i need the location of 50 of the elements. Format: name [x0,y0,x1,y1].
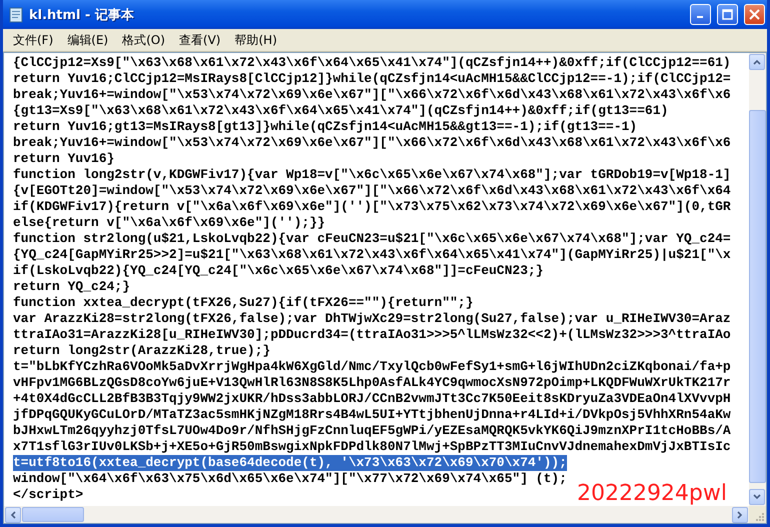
code-line: return Yuv16;gt13=MsIRays8[gt13]}while(qCZsfjn14<uAcMH15&&gt13==-1);if(gt13==-1) [13,119,638,135]
window-title: kl.html - 记事本 [29,6,135,24]
code-line: break;Yuv16+=window["\x53\x74\x72\x69\x6e\x67"]["\x66\x72\x6f\x6d\x43\x68\x61\x72\x43\x6f\x6 [13,135,731,151]
code-line: function str2long(u$21,LskoLvqb22){var cFeuCN23=u$21["\x6c\x65\x6e\x67\x74\x68"];var YQ_c24= [13,231,731,247]
scroll-thumb[interactable] [749,110,766,483]
code-line: bJHxwLTm26qyyhzj0TfsL7UOw4Do9r/NfhSHjgFzCnnluqEF5gWPi/yEZEsaMQRQK5vkYK6QiJ9mznXPrI1tcHoBBs/A [13,423,731,439]
code-line: else{return v["\x6a\x6f\x69\x6e"]('');}} [13,215,326,231]
code-line: {YQ_c24[GapMYiRr25>>2]=u$21["\x63\x68\x61\x72\x43\x6f\x64\x65\x41\x74"](GapMYiRr25)|u$21["\x [13,247,731,263]
menu-item[interactable]: 格式(O) [122,32,166,48]
minimize-button[interactable] [690,4,711,25]
vertical-scrollbar[interactable] [749,53,766,506]
code-line: t="bLbKfYCzhRa6VOoMk5aDvXrrjWgHpa4kW6XgGld/Nmc/TxylQcb0wFefSy1+smG+l6jWIhUDn2ciZKqbonai/fa+p [13,359,731,375]
code-line: break;Yuv16+=window["\x53\x74\x72\x69\x6e\x67"]["\x66\x72\x6f\x6d\x43\x68\x61\x72\x43\x6f\x6 [13,87,731,103]
code-line: return long2str(ArazzKi28,true);} [13,343,270,359]
scroll-right-button[interactable] [732,506,748,522]
code-line: if(KDGWFiv17){return v["\x6a\x6f\x69\x6e"]('')["\x73\x75\x62\x73\x74\x72\x69\x6e\x67"](0,tGR [13,199,731,215]
scroll-left-button[interactable] [5,506,21,522]
maximize-icon [722,9,733,20]
code-line: return Yuv16;ClCCjp12=MsIRays8[ClCCjp12]}while(qCZsfjn14<uAcMH15&&ClCCjp12==-1);if(ClCCjp12= [13,71,731,87]
menu-item[interactable]: 文件(F) [13,32,54,48]
close-button[interactable] [744,4,765,25]
code-line: {ClCCjp12=Xs9["\x63\x68\x61\x72\x43\x6f\x64\x65\x41\x74"](qCZsfjn14++)&0xff;if(ClCCjp12==61) [13,55,731,71]
code-line: {gt13=Xs9["\x63\x68\x61\x72\x43\x6f\x64\x65\x41\x74"](qCZsfjn14++)&0xff;if(gt13==61) [13,103,668,119]
code-line: jfDPqGQUKyGCuLOrD/MTaTZ3ac5smHKjNZgM18Rrs4B4wL5UI+YTtjbhenUjDnna+r4LId+i/DVkpOsj5VhhXRn54aKw [13,407,731,423]
scroll-down-button[interactable] [749,489,765,505]
code-line: ttraIAo31=ArazzKi28[u_RIHeIWV30];pDDucrd34=(ttraIAo31>>>5^lLMsWz32<<2)+(lLMsWz32>>>3^ttraIAo [13,327,731,343]
notepad-icon [9,6,23,22]
resize-grip[interactable] [749,506,766,523]
code-line: if(LskoLvqb22){YQ_c24[YQ_c24["\x6c\x65\x6e\x67\x74\x68"]]=cFeuCN23;} [13,263,544,279]
scroll-up-button[interactable] [749,54,765,70]
code-line: x7T1sflG3rIUv0LKSb+j+XE5o+GjR50mBswgixNpkFDPdlk80N7lMwj+SpBPzTT3MIuCnvVJdnemahexDmVjJxBTIsIc [13,439,731,455]
code-line: function xxtea_decrypt(tFX26,Su27){if(tFX26==""){return"";} [13,295,474,311]
code-line: vHFpv1MG6BLzQGsD8coYw6juE+V13QwHlRl63N8S8K5Lhp0AsfALk4YC9qwmocXsN972pOimp+LKQDFWuWXrUkTK217r [13,375,731,391]
horizontal-scrollbar[interactable] [4,506,749,523]
scroll-thumb[interactable] [22,507,84,522]
close-icon [749,9,760,20]
code-line: window["\x64\x6f\x63\x75\x6d\x65\x6e\x74"]["\x77\x72\x69\x74\x65"] (t); [13,471,567,487]
maximize-button[interactable] [717,4,738,25]
code-line: var ArazzKi28=str2long(tFX26,false);var DhTWjwXc29=str2long(Su27,false);var u_RIHeIWV30=Araz [13,311,731,327]
annotation-text: 20222924pwl [576,481,727,506]
code-line: {v[EGOTt20]=window["\x53\x74\x72\x69\x6e\x67"]["\x66\x72\x6f\x6d\x43\x68\x61\x72\x43\x6f\x64 [13,183,731,199]
menu-item[interactable]: 编辑(E) [67,32,108,48]
menu-item[interactable]: 帮助(H) [234,32,277,48]
code-line: </script> [13,487,84,503]
grip-dots-icon [754,511,764,521]
code-line: return YQ_c24;} [13,279,130,295]
code-line: +4t0X4dGcCLL2BfB3B3Tqjy9WW2jxUKR/hDss3abbLORJ/CCnB2vwmJTt3Cc7K50Eeit8sKDryuZa3VDEaOn4lXVvvpH [13,391,731,407]
code-line: return Yuv16} [13,151,114,167]
code-line: function long2str(v,KDGWFiv17){var Wp18=v["\x6c\x65\x6e\x67\x74\x68"];var tGRDob19=v[Wp18-1] [13,167,731,183]
menu-item[interactable]: 查看(V) [179,32,221,48]
